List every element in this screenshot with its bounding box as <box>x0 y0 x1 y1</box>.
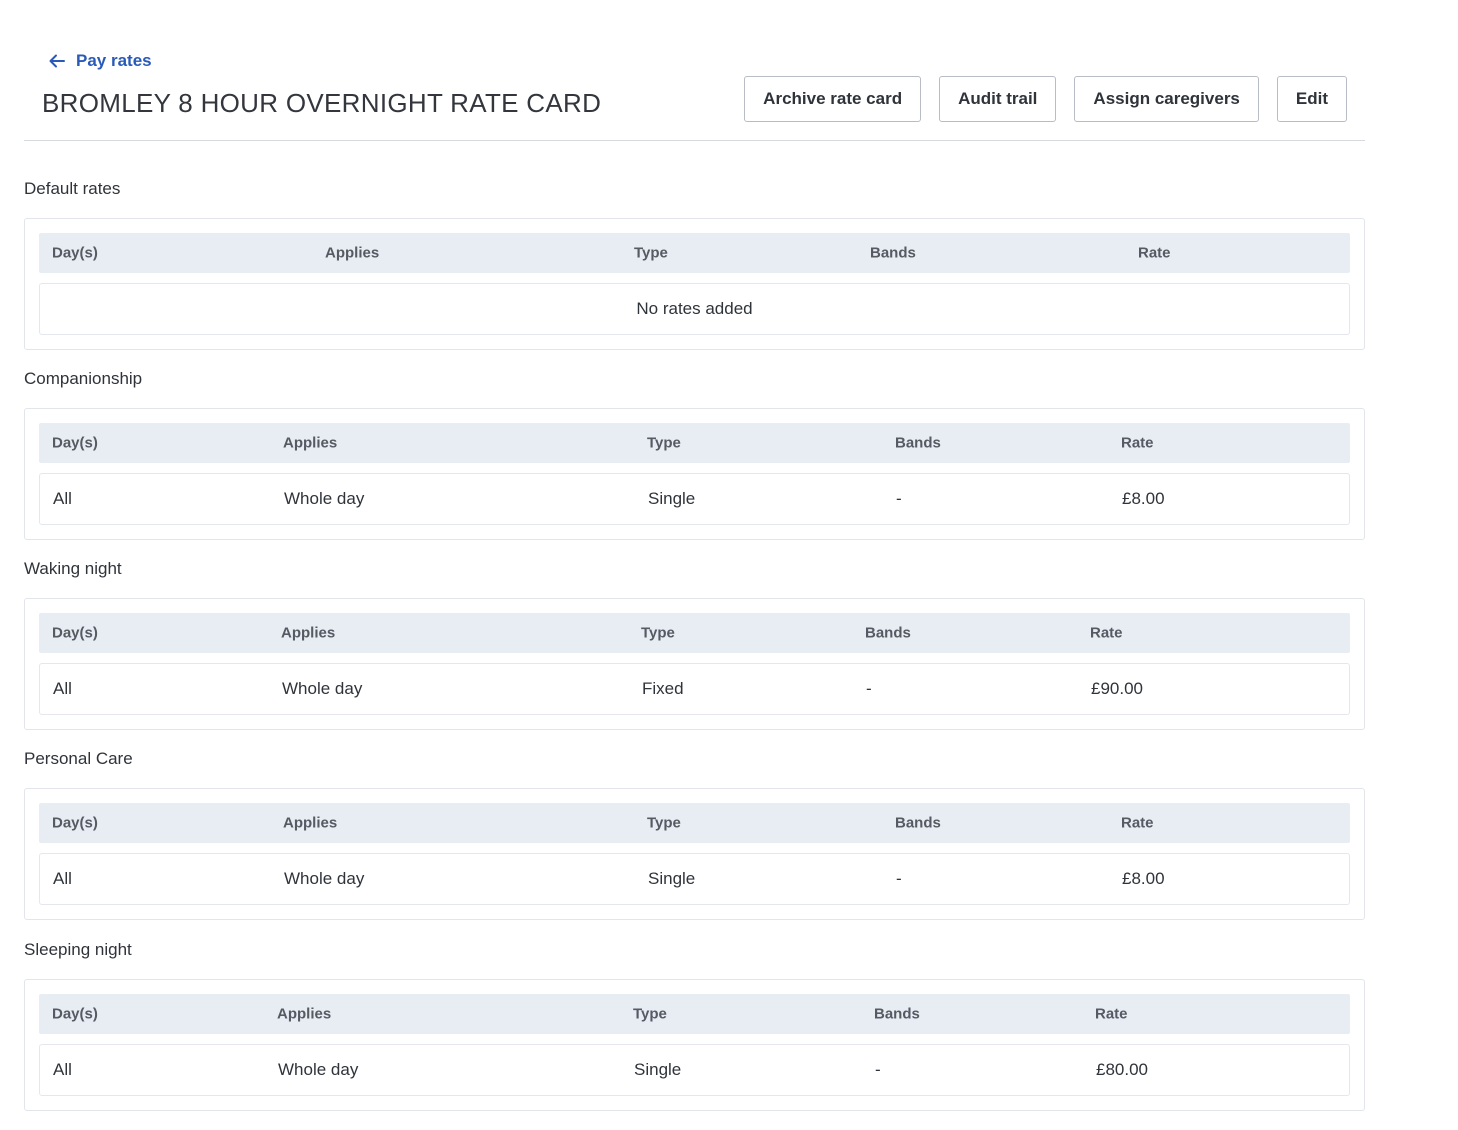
col-rate: Rate <box>1095 1005 1128 1023</box>
table-row: All Whole day Single - £8.00 <box>39 473 1350 525</box>
rates-table: Day(s) Applies Type Bands Rate All Whole… <box>24 598 1365 730</box>
cell-applies: Whole day <box>284 869 365 888</box>
audit-trail-button[interactable]: Audit trail <box>939 76 1057 122</box>
col-applies: Applies <box>325 244 380 262</box>
rates-table: Day(s) Applies Type Bands Rate No rates … <box>24 218 1365 350</box>
cell-bands: - <box>896 869 902 888</box>
col-rate: Rate <box>1138 244 1171 262</box>
col-type: Type <box>634 244 668 262</box>
col-type: Type <box>647 814 681 832</box>
empty-row: No rates added <box>39 283 1350 335</box>
cell-type: Fixed <box>642 679 684 698</box>
back-link-label: Pay rates <box>76 51 152 70</box>
col-type: Type <box>647 434 681 452</box>
cell-applies: Whole day <box>284 489 365 508</box>
cell-bands: - <box>875 1060 881 1079</box>
cell-bands: - <box>866 679 872 698</box>
cell-applies: Whole day <box>278 1060 359 1079</box>
section-default-rates: Default rates Day(s) Applies Type Bands … <box>24 177 1365 350</box>
edit-button[interactable]: Edit <box>1276 76 1347 122</box>
cell-rate: £90.00 <box>1091 679 1143 698</box>
table-header: Day(s) Applies Type Bands Rate <box>39 994 1350 1034</box>
col-bands: Bands <box>895 814 941 832</box>
col-applies: Applies <box>277 1005 332 1023</box>
cell-days: All <box>53 1060 72 1079</box>
section-title: Personal Care <box>24 749 133 768</box>
cell-days: All <box>53 869 72 888</box>
col-days: Day(s) <box>52 244 98 262</box>
col-days: Day(s) <box>52 624 98 642</box>
col-type: Type <box>633 1005 667 1023</box>
col-applies: Applies <box>283 814 338 832</box>
header-actions: Archive rate card Audit trail Assign car… <box>744 76 1347 122</box>
col-applies: Applies <box>281 624 336 642</box>
empty-state-text: No rates added <box>636 299 753 318</box>
cell-bands: - <box>896 489 902 508</box>
section-personal-care: Personal Care Day(s) Applies Type Bands … <box>24 747 1365 920</box>
cell-applies: Whole day <box>282 679 363 698</box>
cell-type: Single <box>648 869 696 888</box>
cell-days: All <box>53 679 72 698</box>
assign-caregivers-button[interactable]: Assign caregivers <box>1074 76 1259 122</box>
section-title: Waking night <box>24 559 122 578</box>
table-row: All Whole day Single - £80.00 <box>39 1044 1350 1096</box>
archive-rate-card-button[interactable]: Archive rate card <box>744 76 922 122</box>
col-rate: Rate <box>1121 814 1154 832</box>
col-rate: Rate <box>1121 434 1154 452</box>
page-title: BROMLEY 8 HOUR OVERNIGHT RATE CARD <box>42 88 602 118</box>
col-bands: Bands <box>895 434 941 452</box>
rates-table: Day(s) Applies Type Bands Rate All Whole… <box>24 788 1365 920</box>
section-waking-night: Waking night Day(s) Applies Type Bands R… <box>24 557 1365 730</box>
cell-rate: £8.00 <box>1122 869 1165 888</box>
table-header: Day(s) Applies Type Bands Rate <box>39 423 1350 463</box>
table-header: Day(s) Applies Type Bands Rate <box>39 803 1350 843</box>
col-days: Day(s) <box>52 814 98 832</box>
back-link-pay-rates[interactable]: Pay rates <box>48 49 152 73</box>
cell-type: Single <box>648 489 696 508</box>
col-bands: Bands <box>874 1005 920 1023</box>
arrow-left-icon <box>49 54 65 68</box>
section-sleeping-night: Sleeping night Day(s) Applies Type Bands… <box>24 938 1365 1111</box>
rates-table: Day(s) Applies Type Bands Rate All Whole… <box>24 408 1365 540</box>
col-days: Day(s) <box>52 434 98 452</box>
cell-rate: £8.00 <box>1122 489 1165 508</box>
cell-type: Single <box>634 1060 682 1079</box>
rates-table: Day(s) Applies Type Bands Rate All Whole… <box>24 979 1365 1111</box>
col-type: Type <box>641 624 675 642</box>
col-bands: Bands <box>870 244 916 262</box>
table-row: All Whole day Fixed - £90.00 <box>39 663 1350 715</box>
section-title: Companionship <box>24 369 143 388</box>
table-header: Day(s) Applies Type Bands Rate <box>39 233 1350 273</box>
section-title: Sleeping night <box>24 940 132 959</box>
table-header: Day(s) Applies Type Bands Rate <box>39 613 1350 653</box>
cell-days: All <box>53 489 72 508</box>
table-row: All Whole day Single - £8.00 <box>39 853 1350 905</box>
section-companionship: Companionship Day(s) Applies Type Bands … <box>24 367 1365 540</box>
col-days: Day(s) <box>52 1005 98 1023</box>
cell-rate: £80.00 <box>1096 1060 1148 1079</box>
col-bands: Bands <box>865 624 911 642</box>
section-title: Default rates <box>24 179 121 198</box>
header-divider <box>24 140 1365 141</box>
col-rate: Rate <box>1090 624 1123 642</box>
col-applies: Applies <box>283 434 338 452</box>
